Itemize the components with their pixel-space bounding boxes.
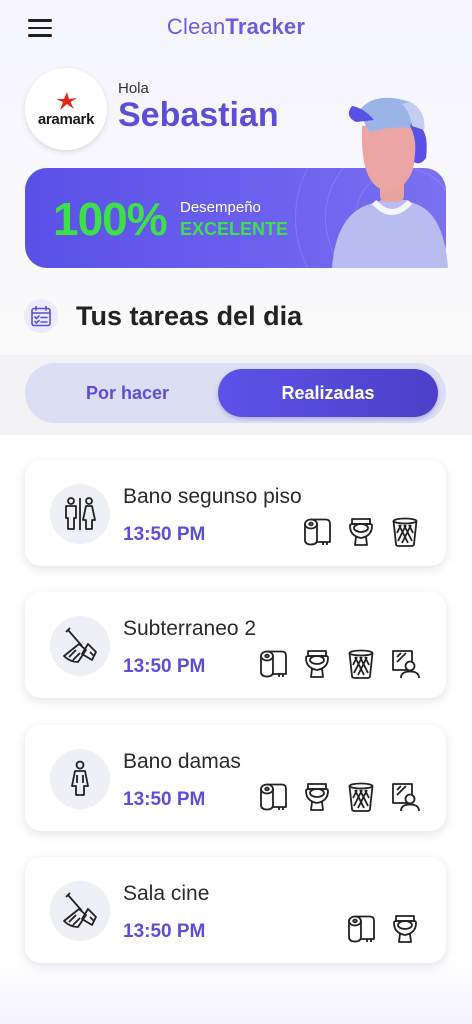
broom-icon bbox=[50, 881, 110, 941]
performance-rating: EXCELENTE bbox=[180, 219, 289, 239]
task-time: 13:50 PM bbox=[123, 789, 206, 810]
task-tools bbox=[258, 781, 420, 813]
task-tools bbox=[346, 913, 420, 945]
task-card[interactable]: Bano damas 13:50 PM bbox=[25, 725, 446, 831]
task-card[interactable]: Bano segunso piso 13:50 PM bbox=[25, 460, 446, 566]
toilet-paper-icon bbox=[346, 913, 376, 945]
tab-realizadas[interactable]: Realizadas bbox=[218, 369, 438, 417]
company-logo: aramark bbox=[25, 68, 107, 150]
user-name: Sebastian bbox=[118, 96, 279, 134]
calendar-checklist-icon bbox=[24, 299, 58, 333]
tab-por-hacer[interactable]: Por hacer bbox=[35, 369, 220, 417]
mirror-person-icon bbox=[390, 781, 420, 813]
toilet-icon bbox=[390, 913, 420, 945]
task-name: Sala cine bbox=[123, 882, 210, 905]
toilet-icon bbox=[346, 516, 376, 548]
trash-bin-icon bbox=[346, 781, 376, 813]
greeting-label: Hola bbox=[118, 80, 149, 97]
task-name: Bano damas bbox=[123, 750, 241, 773]
app-header: CleanTracker bbox=[0, 0, 472, 56]
app-title: CleanTracker bbox=[0, 14, 472, 40]
woman-icon bbox=[50, 749, 110, 809]
toilet-paper-icon bbox=[258, 781, 288, 813]
app-title-part1: Clean bbox=[166, 14, 226, 39]
task-name: Bano segunso piso bbox=[123, 485, 302, 508]
task-time: 13:50 PM bbox=[123, 921, 206, 942]
task-card[interactable]: Sala cine 13:50 PM bbox=[25, 857, 446, 963]
aramark-star-icon bbox=[56, 91, 77, 110]
task-name: Subterraneo 2 bbox=[123, 617, 257, 640]
app-title-part2: Tracker bbox=[225, 14, 306, 39]
toilet-icon bbox=[302, 781, 332, 813]
toilet-paper-icon bbox=[258, 648, 288, 680]
broom-icon bbox=[50, 616, 110, 676]
task-tools bbox=[302, 516, 420, 548]
performance-label: Desempeño bbox=[180, 199, 261, 216]
performance-value: 100% bbox=[53, 193, 168, 245]
trash-bin-icon bbox=[346, 648, 376, 680]
bottom-background bbox=[0, 960, 472, 1024]
task-time: 13:50 PM bbox=[123, 656, 206, 677]
task-tools bbox=[258, 648, 420, 680]
toilet-paper-icon bbox=[302, 516, 332, 548]
restroom-icon bbox=[50, 484, 110, 544]
task-card[interactable]: Subterraneo 2 13:50 PM bbox=[25, 592, 446, 698]
tab-switcher: Por hacer Realizadas bbox=[25, 363, 446, 423]
logo-text: aramark bbox=[37, 110, 95, 128]
section-header: Tus tareas del dia bbox=[24, 296, 302, 336]
section-title: Tus tareas del dia bbox=[76, 300, 303, 331]
trash-bin-icon bbox=[390, 516, 420, 548]
toilet-icon bbox=[302, 648, 332, 680]
user-avatar-illustration bbox=[332, 97, 448, 268]
task-time: 13:50 PM bbox=[123, 524, 206, 545]
mirror-person-icon bbox=[390, 648, 420, 680]
